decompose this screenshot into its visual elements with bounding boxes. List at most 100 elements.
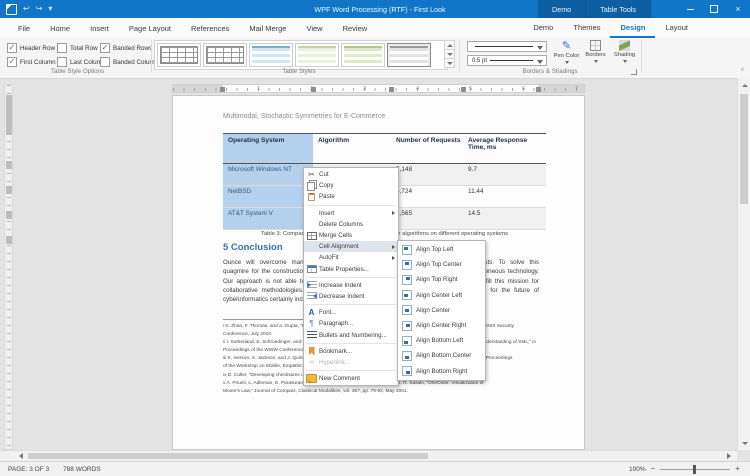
ruler-column-marker[interactable] [461, 87, 466, 92]
table-style-thumbnail-2[interactable] [203, 43, 247, 67]
tab-layout[interactable]: Layout [655, 19, 698, 38]
tab-insert[interactable]: Insert [80, 20, 119, 37]
menu-item-cell-alignment[interactable]: Cell Alignment [304, 241, 398, 252]
table-cell[interactable]: 7,148 [391, 164, 463, 185]
submenu-item-align-bottom-right[interactable]: Align Bottom Right [398, 364, 485, 379]
menu-item-decrease-indent[interactable]: Decrease Indent [304, 291, 398, 302]
maximize-button[interactable] [702, 0, 726, 18]
menu-item-bookmark[interactable]: Bookmark... [304, 346, 398, 357]
minimize-button[interactable] [678, 0, 702, 18]
shading-button[interactable]: Shading [611, 40, 638, 70]
submenu-item-align-center-left[interactable]: Align Center Left [398, 288, 485, 303]
menu-item-increase-indent[interactable]: Increase Indent [304, 280, 398, 291]
zoom-slider-thumb[interactable] [693, 465, 696, 474]
horizontal-scrollbar[interactable] [0, 450, 737, 461]
close-button[interactable]: × [726, 0, 750, 18]
submenu-item-align-top-right[interactable]: Align Top Right [398, 272, 485, 287]
menu-item-delete-columns[interactable]: Delete Columns [304, 219, 398, 230]
menu-item-paste[interactable]: Paste [304, 191, 398, 202]
tab-home[interactable]: Home [40, 20, 80, 37]
submenu-item-align-bottom-center[interactable]: Align Bottom Center [398, 348, 485, 363]
borders-button[interactable]: Borders [582, 40, 609, 70]
table-header-cell[interactable]: Average Response Time, ms [463, 134, 546, 163]
table-header-cell[interactable]: Number of Requests [391, 134, 463, 163]
submenu-item-align-top-left[interactable]: Align Top Left [398, 242, 485, 257]
scrollbar-corner-box [2, 453, 12, 459]
table-style-thumbnail-4[interactable] [295, 43, 339, 67]
line-weight-combobox[interactable]: 0.5 pt [467, 55, 547, 66]
checkbox-banded-columns[interactable]: Banded Columns [100, 57, 161, 67]
tab-review[interactable]: Review [333, 20, 378, 37]
menu-item-new-comment[interactable]: New Comment [304, 373, 398, 384]
submenu-item-align-center[interactable]: Align Center [398, 303, 485, 318]
table-style-thumbnail-1[interactable] [157, 43, 201, 67]
table-cell[interactable]: 11.44 [463, 186, 546, 207]
menu-item-cut[interactable]: ✂ Cut [304, 169, 398, 180]
menu-item-bullets-numbering[interactable]: Bullets and Numbering... [304, 329, 398, 340]
table-style-thumbnail-selected[interactable] [387, 43, 431, 67]
ruler-column-marker[interactable] [536, 87, 541, 92]
table-cell[interactable]: AT&T System V [223, 208, 313, 229]
checkbox-banded-rows[interactable]: ✓ Banded Rows [100, 43, 152, 53]
menu-item-font[interactable]: A Font... [304, 307, 398, 318]
dialog-launcher-icon[interactable] [631, 69, 637, 75]
table-cell[interactable]: 5,724 [391, 186, 463, 207]
horizontal-scroll-thumb[interactable] [28, 453, 428, 459]
vertical-scrollbar[interactable] [737, 78, 750, 450]
tab-design[interactable]: Design [610, 19, 655, 38]
table-cell[interactable]: 1,565 [391, 208, 463, 229]
checkbox-last-column[interactable]: Last Column [57, 57, 105, 67]
submenu-arrow-icon [392, 256, 397, 260]
zoom-in-button[interactable]: + [735, 465, 740, 473]
menu-item-insert[interactable]: Insert [304, 208, 398, 219]
ruler-column-marker[interactable] [311, 87, 316, 92]
table-style-thumbnail-5[interactable] [341, 43, 385, 67]
zoom-slider-track[interactable] [660, 469, 730, 470]
scroll-right-button[interactable] [725, 453, 735, 459]
table-header-cell[interactable]: Operating System [223, 134, 313, 163]
ruler-column-marker[interactable] [389, 87, 394, 92]
table-style-thumbnail-3[interactable] [249, 43, 293, 67]
undo-icon[interactable]: ↩ [23, 4, 30, 14]
collapse-ribbon-icon[interactable]: ^ [741, 68, 744, 75]
tab-themes[interactable]: Themes [563, 19, 610, 38]
submenu-item-align-top-center[interactable]: Align Top Center [398, 257, 485, 272]
vertical-scroll-thumb[interactable] [740, 94, 748, 204]
menu-item-paragraph[interactable]: ¶ Paragraph... [304, 318, 398, 329]
gallery-expand-button[interactable] [444, 59, 455, 68]
quick-access-dropdown-icon[interactable]: ▾ [48, 4, 52, 14]
zoom-out-button[interactable]: − [651, 465, 656, 473]
vertical-ruler[interactable] [4, 84, 13, 450]
tab-file[interactable]: File [8, 20, 40, 37]
tab-demo[interactable]: Demo [523, 19, 563, 38]
horizontal-ruler[interactable]: 1 2 3 4 5 6 7 [172, 84, 585, 93]
scroll-down-button[interactable] [740, 438, 749, 448]
line-style-combobox[interactable] [467, 41, 547, 52]
submenu-item-align-bottom-left[interactable]: Align Bottom Left [398, 333, 485, 348]
menu-item-merge-cells[interactable]: Merge Cells [304, 230, 398, 241]
pen-color-button[interactable]: ✎ Pen Color [553, 40, 580, 70]
scroll-left-button[interactable] [14, 453, 24, 459]
tab-page-layout[interactable]: Page Layout [119, 20, 181, 37]
menu-item-table-properties[interactable]: Table Properties... [304, 264, 398, 275]
menu-item-autofit[interactable]: AutoFit [304, 252, 398, 263]
scroll-up-button[interactable] [740, 80, 749, 90]
gallery-scroll-down-button[interactable] [444, 50, 455, 59]
table-cell[interactable]: 14.5 [463, 208, 546, 229]
submenu-item-align-center-right[interactable]: Align Center Right [398, 318, 485, 333]
checkbox-first-column[interactable]: ✓ First Column [7, 57, 56, 67]
menu-item-copy[interactable]: Copy [304, 180, 398, 191]
checkbox-total-row[interactable]: Total Row [57, 43, 98, 53]
redo-icon[interactable]: ↪ [36, 4, 43, 14]
tab-view[interactable]: View [296, 20, 332, 37]
checkbox-header-row[interactable]: ✓ Header Row [7, 43, 55, 53]
table-cell[interactable]: Microsoft Windows NT [223, 164, 313, 185]
gallery-scroll-up-button[interactable] [444, 40, 455, 50]
table-cell[interactable]: 9.7 [463, 164, 546, 185]
titlebar-badge-table-tools: Table Tools [586, 0, 651, 18]
tab-mail-merge[interactable]: Mail Merge [239, 20, 296, 37]
tab-references[interactable]: References [181, 20, 239, 37]
table-cell[interactable]: NetBSD [223, 186, 313, 207]
ruler-column-marker[interactable] [220, 87, 225, 92]
table-header-cell[interactable]: Algorithm [313, 134, 391, 163]
